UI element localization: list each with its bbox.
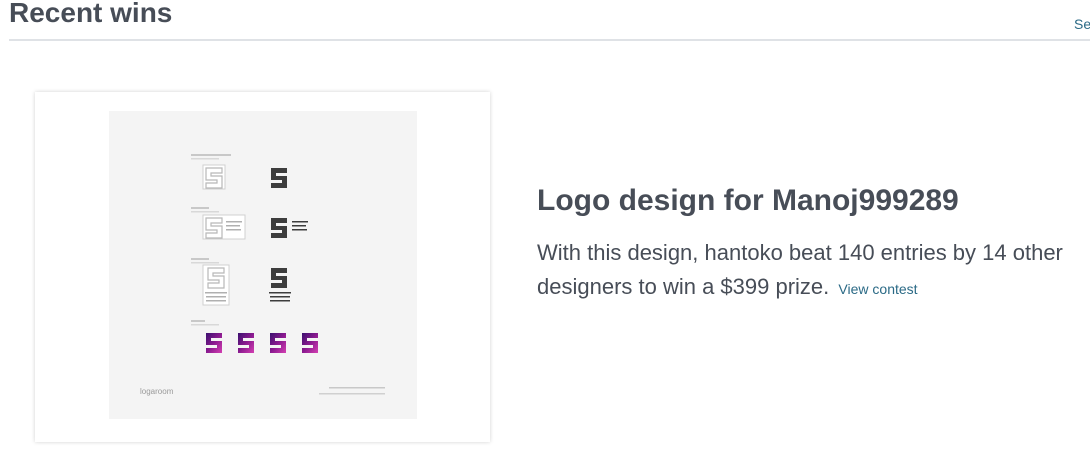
- win-title: Logo design for Manoj999289: [537, 184, 959, 217]
- logo-presentation-image: [191, 154, 385, 395]
- win-description-line1: With this design, hantoko beat 140 entri…: [537, 240, 1063, 265]
- win-description-line2: designers to win a $399 prize.: [537, 274, 830, 299]
- section-header: Recent wins See all: [9, 0, 1090, 41]
- brand-mark: logaroom: [140, 387, 174, 396]
- view-contest-link[interactable]: View contest: [838, 281, 917, 297]
- see-all-link[interactable]: See all: [1074, 16, 1090, 32]
- logo-presentation-sheet: logaroom: [109, 111, 417, 419]
- design-thumbnail-card[interactable]: logaroom: [35, 92, 490, 442]
- win-description: With this design, hantoko beat 140 entri…: [537, 236, 1090, 306]
- page-title: Recent wins: [9, 0, 173, 28]
